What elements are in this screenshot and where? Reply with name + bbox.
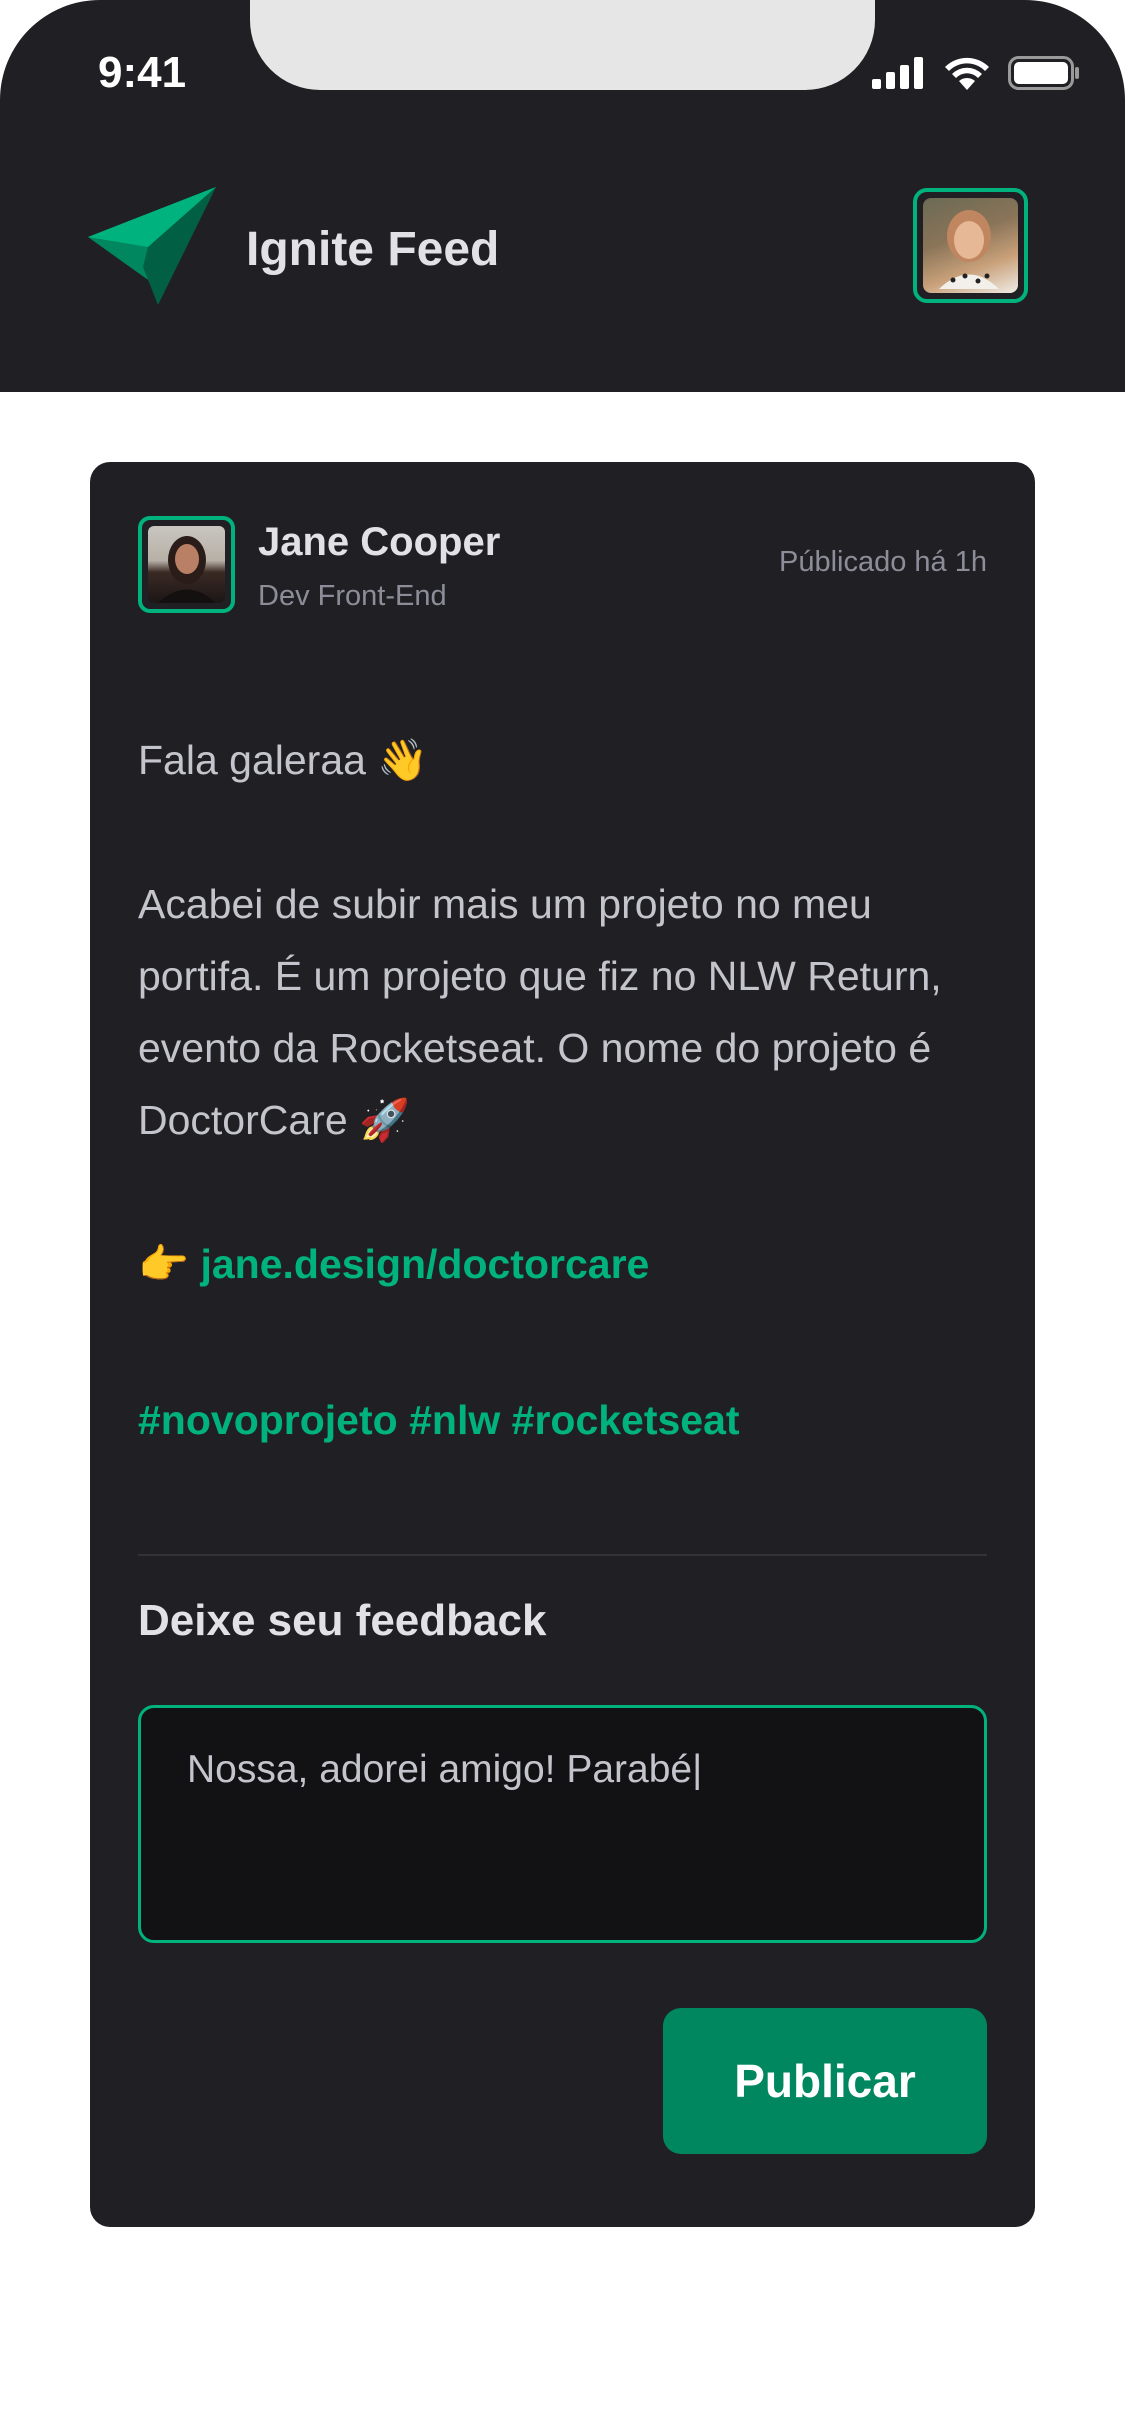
text-cursor: | (692, 1748, 703, 1791)
user-avatar[interactable] (913, 188, 1028, 303)
post-greeting: Fala galeraa 👋 (138, 737, 429, 783)
post-link-line: 👉 jane.design/doctorcare (138, 1228, 988, 1300)
author-avatar[interactable] (138, 516, 235, 613)
status-icons (872, 56, 1080, 90)
battery-icon (1008, 56, 1079, 90)
hashtag-link[interactable]: #novoprojeto (138, 1397, 398, 1443)
feedback-text: Nossa, adorei amigo! Parabé (187, 1748, 693, 1791)
published-time: Públicado há 1h (779, 546, 987, 578)
author-avatar-photo (148, 526, 225, 603)
user-avatar-photo (923, 198, 1018, 293)
cellular-signal-icon (872, 57, 923, 89)
divider (138, 1554, 987, 1556)
paper-plane-logo-icon (88, 187, 216, 305)
status-time: 9:41 (98, 48, 187, 97)
author-role: Dev Front-End (258, 580, 447, 612)
feedback-title: Deixe seu feedback (138, 1596, 547, 1645)
post-content: Fala galeraa 👋 Acabei de subir mais um p… (138, 724, 988, 1456)
feedback-textarea[interactable]: Nossa, adorei amigo! Parabé| (138, 1705, 987, 1943)
device-notch (250, 0, 875, 90)
author-name[interactable]: Jane Cooper (258, 520, 500, 565)
post-hashtags: #novoprojeto #nlw #rocketseat (138, 1384, 988, 1456)
hashtag-link[interactable]: #nlw (409, 1397, 500, 1443)
pointing-hand-emoji: 👉 (138, 1241, 190, 1287)
publish-button[interactable]: Publicar (663, 2008, 987, 2154)
app-title: Ignite Feed (246, 223, 500, 276)
hashtag-link[interactable]: #rocketseat (512, 1397, 740, 1443)
post-body: Acabei de subir mais um projeto no meu p… (138, 881, 942, 1143)
app-header: 9:41 Ignite Feed (0, 0, 1125, 392)
post-card: Jane Cooper Dev Front-End Públicado há 1… (90, 462, 1035, 2227)
post-link[interactable]: jane.design/doctorcare (200, 1241, 649, 1287)
wifi-icon (945, 57, 989, 90)
